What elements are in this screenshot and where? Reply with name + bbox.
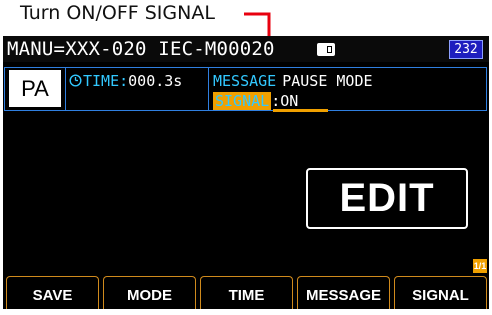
signal-label: SIGNAL: [213, 92, 272, 110]
message-label: MESSAGE: [213, 72, 277, 90]
memory-card-icon: [317, 43, 335, 56]
test-name-title: MANU=XXX-020 IEC-M00020: [7, 38, 275, 60]
clock-icon: [69, 74, 82, 87]
page-indicator: 1/1: [473, 259, 487, 273]
message-readout: MESSAGE PAUSE MODE: [213, 72, 373, 90]
edit-mode-indicator: EDIT: [306, 168, 468, 229]
signal-value: :ON: [271, 92, 299, 110]
title-bar: MANU=XXX-020 IEC-M00020 232: [3, 36, 489, 62]
status-divider: [208, 67, 209, 111]
status-divider: [65, 67, 66, 111]
mode-badge: PA: [9, 70, 61, 107]
softkey-signal[interactable]: SIGNAL: [394, 276, 487, 309]
softkey-message[interactable]: MESSAGE: [297, 276, 390, 309]
softkey-save[interactable]: SAVE: [6, 276, 99, 309]
softkey-time[interactable]: TIME: [200, 276, 293, 309]
time-value: 000.3s: [128, 72, 183, 90]
signal-cursor: [273, 109, 328, 112]
softkey-mode[interactable]: MODE: [103, 276, 196, 309]
device-screen: MANU=XXX-020 IEC-M00020 232 PA TIME:000.…: [3, 36, 489, 309]
time-label: TIME:: [83, 72, 129, 90]
message-value: PAUSE MODE: [282, 72, 373, 90]
interface-badge: 232: [449, 40, 483, 59]
signal-readout[interactable]: SIGNAL:ON: [213, 92, 298, 110]
time-readout: TIME:000.3s: [69, 72, 182, 90]
